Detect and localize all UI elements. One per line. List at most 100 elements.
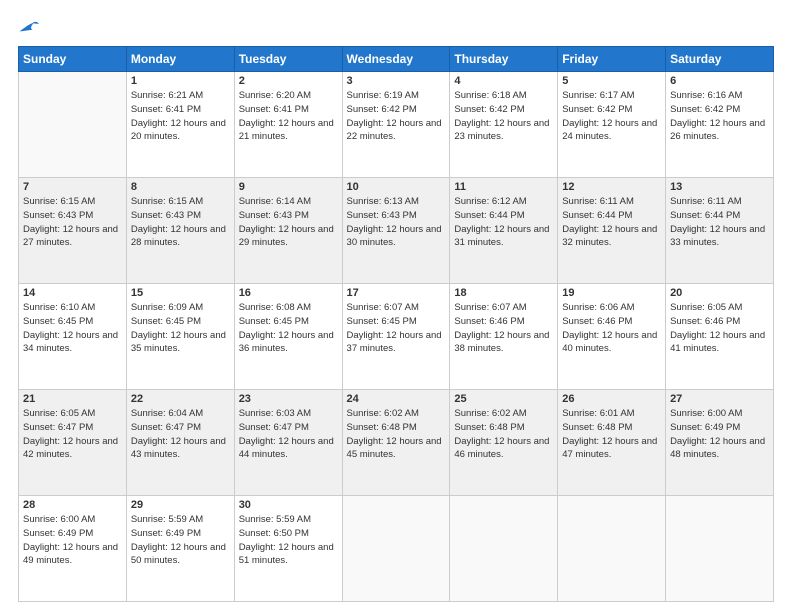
- day-number: 20: [670, 287, 769, 299]
- day-number: 2: [239, 75, 338, 87]
- day-number: 4: [454, 75, 553, 87]
- day-number: 5: [562, 75, 661, 87]
- sunrise-label: Sunrise: 6:15 AM: [131, 196, 203, 207]
- day-info: Sunrise: 6:07 AM Sunset: 6:45 PM Dayligh…: [347, 301, 446, 356]
- weekday-saturday: Saturday: [666, 47, 774, 72]
- sunset-label: Sunset: 6:49 PM: [23, 528, 93, 539]
- sunrise-label: Sunrise: 6:05 AM: [670, 302, 742, 313]
- sunrise-label: Sunrise: 6:01 AM: [562, 408, 634, 419]
- daylight-label: Daylight: 12 hours and 34 minutes.: [23, 330, 118, 355]
- day-number: 16: [239, 287, 338, 299]
- day-number: 8: [131, 181, 230, 193]
- week-row-5: 28 Sunrise: 6:00 AM Sunset: 6:49 PM Dayl…: [19, 496, 774, 602]
- day-number: 21: [23, 393, 122, 405]
- sunset-label: Sunset: 6:46 PM: [562, 316, 632, 327]
- calendar-cell: 17 Sunrise: 6:07 AM Sunset: 6:45 PM Dayl…: [342, 284, 450, 390]
- sunset-label: Sunset: 6:45 PM: [131, 316, 201, 327]
- daylight-label: Daylight: 12 hours and 27 minutes.: [23, 224, 118, 249]
- day-info: Sunrise: 6:08 AM Sunset: 6:45 PM Dayligh…: [239, 301, 338, 356]
- calendar-cell: 18 Sunrise: 6:07 AM Sunset: 6:46 PM Dayl…: [450, 284, 558, 390]
- page: SundayMondayTuesdayWednesdayThursdayFrid…: [0, 0, 792, 612]
- day-info: Sunrise: 6:10 AM Sunset: 6:45 PM Dayligh…: [23, 301, 122, 356]
- calendar-cell: 4 Sunrise: 6:18 AM Sunset: 6:42 PM Dayli…: [450, 72, 558, 178]
- daylight-label: Daylight: 12 hours and 26 minutes.: [670, 118, 765, 143]
- day-info: Sunrise: 6:02 AM Sunset: 6:48 PM Dayligh…: [454, 407, 553, 462]
- sunset-label: Sunset: 6:49 PM: [131, 528, 201, 539]
- sunrise-label: Sunrise: 6:07 AM: [347, 302, 419, 313]
- calendar-cell: 7 Sunrise: 6:15 AM Sunset: 6:43 PM Dayli…: [19, 178, 127, 284]
- day-info: Sunrise: 6:05 AM Sunset: 6:46 PM Dayligh…: [670, 301, 769, 356]
- day-number: 15: [131, 287, 230, 299]
- day-info: Sunrise: 6:14 AM Sunset: 6:43 PM Dayligh…: [239, 195, 338, 250]
- daylight-label: Daylight: 12 hours and 36 minutes.: [239, 330, 334, 355]
- sunset-label: Sunset: 6:42 PM: [347, 104, 417, 115]
- sunrise-label: Sunrise: 6:20 AM: [239, 90, 311, 101]
- sunset-label: Sunset: 6:47 PM: [239, 422, 309, 433]
- calendar-cell: [450, 496, 558, 602]
- day-info: Sunrise: 6:06 AM Sunset: 6:46 PM Dayligh…: [562, 301, 661, 356]
- day-info: Sunrise: 6:00 AM Sunset: 6:49 PM Dayligh…: [23, 513, 122, 568]
- calendar-cell: 8 Sunrise: 6:15 AM Sunset: 6:43 PM Dayli…: [126, 178, 234, 284]
- day-info: Sunrise: 6:13 AM Sunset: 6:43 PM Dayligh…: [347, 195, 446, 250]
- daylight-label: Daylight: 12 hours and 48 minutes.: [670, 436, 765, 461]
- calendar-cell: [558, 496, 666, 602]
- calendar-cell: 28 Sunrise: 6:00 AM Sunset: 6:49 PM Dayl…: [19, 496, 127, 602]
- sunset-label: Sunset: 6:44 PM: [562, 210, 632, 221]
- day-info: Sunrise: 6:11 AM Sunset: 6:44 PM Dayligh…: [670, 195, 769, 250]
- calendar-cell: 1 Sunrise: 6:21 AM Sunset: 6:41 PM Dayli…: [126, 72, 234, 178]
- day-number: 12: [562, 181, 661, 193]
- daylight-label: Daylight: 12 hours and 50 minutes.: [131, 542, 226, 567]
- daylight-label: Daylight: 12 hours and 45 minutes.: [347, 436, 442, 461]
- day-info: Sunrise: 6:21 AM Sunset: 6:41 PM Dayligh…: [131, 89, 230, 144]
- sunset-label: Sunset: 6:46 PM: [454, 316, 524, 327]
- day-info: Sunrise: 6:04 AM Sunset: 6:47 PM Dayligh…: [131, 407, 230, 462]
- day-number: 11: [454, 181, 553, 193]
- sunrise-label: Sunrise: 6:19 AM: [347, 90, 419, 101]
- calendar-cell: 19 Sunrise: 6:06 AM Sunset: 6:46 PM Dayl…: [558, 284, 666, 390]
- day-number: 30: [239, 499, 338, 511]
- daylight-label: Daylight: 12 hours and 46 minutes.: [454, 436, 549, 461]
- calendar-cell: 11 Sunrise: 6:12 AM Sunset: 6:44 PM Dayl…: [450, 178, 558, 284]
- daylight-label: Daylight: 12 hours and 30 minutes.: [347, 224, 442, 249]
- sunrise-label: Sunrise: 6:12 AM: [454, 196, 526, 207]
- weekday-monday: Monday: [126, 47, 234, 72]
- day-number: 27: [670, 393, 769, 405]
- daylight-label: Daylight: 12 hours and 42 minutes.: [23, 436, 118, 461]
- sunset-label: Sunset: 6:41 PM: [131, 104, 201, 115]
- day-info: Sunrise: 6:07 AM Sunset: 6:46 PM Dayligh…: [454, 301, 553, 356]
- daylight-label: Daylight: 12 hours and 31 minutes.: [454, 224, 549, 249]
- weekday-header-row: SundayMondayTuesdayWednesdayThursdayFrid…: [19, 47, 774, 72]
- day-number: 25: [454, 393, 553, 405]
- calendar-cell: 2 Sunrise: 6:20 AM Sunset: 6:41 PM Dayli…: [234, 72, 342, 178]
- daylight-label: Daylight: 12 hours and 44 minutes.: [239, 436, 334, 461]
- day-info: Sunrise: 5:59 AM Sunset: 6:49 PM Dayligh…: [131, 513, 230, 568]
- calendar-cell: 26 Sunrise: 6:01 AM Sunset: 6:48 PM Dayl…: [558, 390, 666, 496]
- calendar-cell: 3 Sunrise: 6:19 AM Sunset: 6:42 PM Dayli…: [342, 72, 450, 178]
- daylight-label: Daylight: 12 hours and 28 minutes.: [131, 224, 226, 249]
- calendar-cell: 30 Sunrise: 5:59 AM Sunset: 6:50 PM Dayl…: [234, 496, 342, 602]
- week-row-3: 14 Sunrise: 6:10 AM Sunset: 6:45 PM Dayl…: [19, 284, 774, 390]
- daylight-label: Daylight: 12 hours and 49 minutes.: [23, 542, 118, 567]
- daylight-label: Daylight: 12 hours and 35 minutes.: [131, 330, 226, 355]
- day-number: 9: [239, 181, 338, 193]
- daylight-label: Daylight: 12 hours and 23 minutes.: [454, 118, 549, 143]
- weekday-thursday: Thursday: [450, 47, 558, 72]
- weekday-friday: Friday: [558, 47, 666, 72]
- sunrise-label: Sunrise: 6:17 AM: [562, 90, 634, 101]
- day-info: Sunrise: 6:16 AM Sunset: 6:42 PM Dayligh…: [670, 89, 769, 144]
- sunrise-label: Sunrise: 6:08 AM: [239, 302, 311, 313]
- sunrise-label: Sunrise: 6:00 AM: [23, 514, 95, 525]
- sunset-label: Sunset: 6:48 PM: [347, 422, 417, 433]
- sunrise-label: Sunrise: 6:16 AM: [670, 90, 742, 101]
- day-info: Sunrise: 6:15 AM Sunset: 6:43 PM Dayligh…: [23, 195, 122, 250]
- sunrise-label: Sunrise: 6:13 AM: [347, 196, 419, 207]
- calendar-cell: 24 Sunrise: 6:02 AM Sunset: 6:48 PM Dayl…: [342, 390, 450, 496]
- sunset-label: Sunset: 6:50 PM: [239, 528, 309, 539]
- sunrise-label: Sunrise: 6:18 AM: [454, 90, 526, 101]
- sunrise-label: Sunrise: 6:02 AM: [454, 408, 526, 419]
- header: [18, 18, 774, 36]
- day-info: Sunrise: 6:03 AM Sunset: 6:47 PM Dayligh…: [239, 407, 338, 462]
- calendar-cell: 9 Sunrise: 6:14 AM Sunset: 6:43 PM Dayli…: [234, 178, 342, 284]
- day-info: Sunrise: 6:11 AM Sunset: 6:44 PM Dayligh…: [562, 195, 661, 250]
- daylight-label: Daylight: 12 hours and 24 minutes.: [562, 118, 657, 143]
